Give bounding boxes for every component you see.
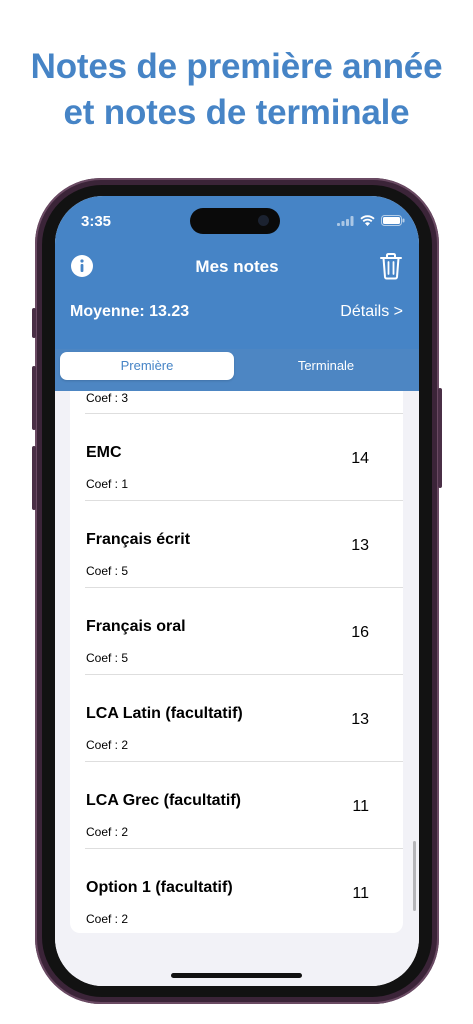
subject-coef: Coef : 2 [86, 825, 129, 839]
year-segmented-control: Première Terminale [55, 349, 419, 391]
list-item[interactable]: EMC Coef : 1 14 [70, 414, 403, 501]
list-item[interactable]: Français oral Coef : 5 16 [70, 588, 403, 675]
subject-coef: Coef : 2 [86, 912, 129, 926]
subject-name: LCA Latin (facultatif) [86, 705, 243, 722]
subject-grade: 13 [351, 537, 369, 554]
details-link[interactable]: Détails > [340, 303, 403, 321]
wifi-icon [360, 215, 375, 226]
subject-grade: 11 [352, 798, 369, 815]
subject-name: EMC [86, 444, 122, 461]
signal-icon [337, 215, 354, 226]
phone-volume-down-button [32, 446, 36, 510]
average-label: Moyenne: 13.23 [70, 303, 190, 320]
phone-side-button [32, 308, 36, 338]
grades-list: Coef : 3 EMC Coef : 1 14 Français écrit … [55, 391, 419, 986]
tab-premiere[interactable]: Première [60, 352, 234, 380]
subject-name: Français oral [86, 618, 186, 635]
subject-name: Option 1 (facultatif) [86, 879, 233, 896]
home-indicator[interactable] [171, 973, 302, 978]
trash-icon [380, 253, 402, 280]
list-item[interactable]: LCA Grec (facultatif) Coef : 2 11 [70, 762, 403, 849]
subject-coef: Coef : 1 [86, 477, 129, 491]
headline-line-1: Notes de première année [30, 47, 443, 86]
subject-coef: Coef : 5 [86, 564, 129, 578]
subject-grade: 14 [351, 450, 369, 467]
phone-volume-up-button [32, 366, 36, 430]
subject-grade: 13 [351, 711, 369, 728]
tab-terminale[interactable]: Terminale [240, 352, 412, 380]
subject-grade: 16 [351, 624, 369, 641]
camera-icon [258, 215, 269, 226]
phone-power-button [438, 388, 442, 488]
subject-coef: Coef : 5 [86, 651, 129, 665]
list-item[interactable]: Option 1 (facultatif) Coef : 2 11 [70, 849, 403, 933]
list-item[interactable]: LCA Latin (facultatif) Coef : 2 13 [70, 675, 403, 762]
dynamic-island [190, 208, 280, 234]
grades-card: Coef : 3 EMC Coef : 1 14 Français écrit … [70, 391, 403, 933]
battery-icon [381, 215, 405, 226]
subject-grade: 11 [352, 885, 369, 902]
delete-button[interactable] [379, 252, 403, 280]
nav-title: Mes notes [195, 257, 279, 276]
marketing-headline: Notes de première année et notes de term… [0, 44, 473, 136]
phone-screen: 3:35 Mes notes Moyenne: 13.23 Détails > … [55, 196, 419, 986]
status-time: 3:35 [81, 213, 112, 230]
headline-line-2: et notes de terminale [63, 93, 410, 132]
status-icons [337, 215, 405, 226]
subject-name: LCA Grec (facultatif) [86, 792, 241, 809]
list-item[interactable]: Français écrit Coef : 5 13 [70, 501, 403, 588]
partial-row-coef: Coef : 3 [86, 391, 129, 405]
scrollbar[interactable] [413, 841, 416, 911]
subject-name: Français écrit [86, 531, 191, 548]
subject-coef: Coef : 2 [86, 738, 129, 752]
